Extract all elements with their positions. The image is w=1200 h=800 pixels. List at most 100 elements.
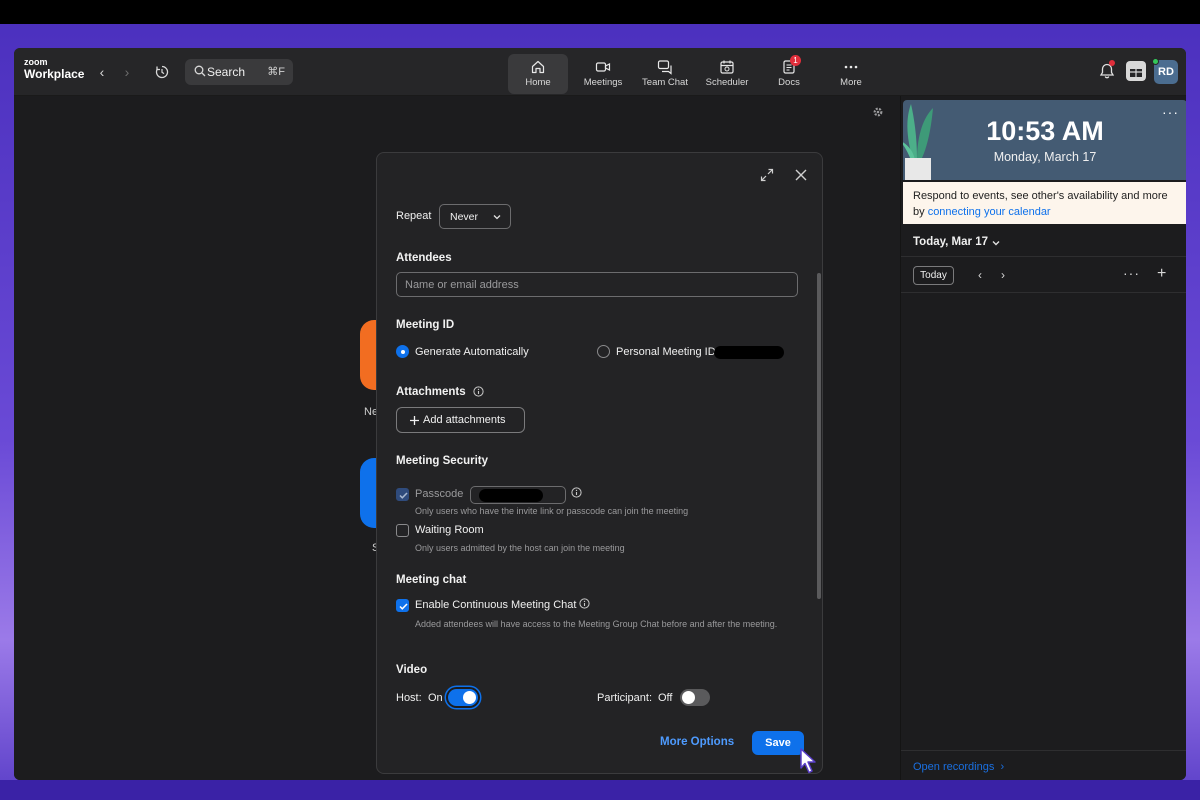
today-header[interactable]: Today, Mar 17	[913, 236, 988, 248]
zoom-workplace-logo: zoom Workplace	[24, 57, 85, 81]
waiting-room-checkbox[interactable]	[396, 524, 409, 537]
next-day-button[interactable]: ›	[996, 266, 1010, 284]
passcode-hint: Only users who have the invite link or p…	[415, 506, 689, 516]
toggle-knob	[463, 691, 476, 704]
calendar-more-icon[interactable]: ···	[1123, 265, 1140, 281]
continuous-chat-checkbox[interactable]	[396, 599, 409, 612]
redacted-personal-id	[714, 346, 784, 359]
repeat-select[interactable]: Never	[439, 204, 511, 229]
tab-team-chat-label: Team Chat	[642, 77, 688, 88]
personal-meeting-id-label: Personal Meeting ID	[616, 346, 716, 358]
search-label: Search	[207, 65, 246, 79]
meeting-id-title: Meeting ID	[396, 319, 455, 331]
open-recordings-link[interactable]: Open recordings ›	[913, 761, 1004, 773]
tab-more[interactable]: More	[820, 54, 882, 94]
home-icon	[531, 60, 545, 74]
forward-button[interactable]: ›	[117, 62, 137, 82]
calendar-connect-banner: Respond to events, see other's availabil…	[903, 182, 1186, 224]
personal-meeting-id-radio[interactable]	[597, 345, 610, 358]
user-avatar[interactable]: RD	[1152, 58, 1178, 84]
schedule-meeting-dialog: Repeat Never Attendees Name or email add…	[376, 152, 823, 774]
repeat-label: Repeat	[396, 210, 432, 222]
logo-big-text: Workplace	[24, 67, 85, 81]
tab-scheduler[interactable]: Scheduler	[696, 54, 758, 94]
waiting-room-hint: Only users admitted by the host can join…	[415, 543, 625, 553]
gift-glyph	[1130, 69, 1142, 77]
tab-meetings[interactable]: Meetings	[572, 54, 634, 94]
online-status-dot	[1152, 58, 1159, 65]
tab-home[interactable]: Home	[508, 54, 568, 94]
checkmark-icon	[399, 492, 408, 499]
meeting-chat-title: Meeting chat	[396, 574, 467, 586]
generate-automatically-label: Generate Automatically	[415, 346, 529, 358]
back-button[interactable]: ‹	[92, 62, 112, 82]
screen-top-bar	[0, 0, 1200, 24]
tab-meetings-label: Meetings	[583, 77, 623, 88]
generate-automatically-radio[interactable]	[396, 345, 409, 358]
waiting-room-label: Waiting Room	[415, 524, 484, 536]
panel-footer: Open recordings ›	[901, 750, 1186, 780]
chevron-down-icon[interactable]	[991, 238, 1001, 248]
zoom-window: zoom Workplace ‹ › Search ⌘F Home Meetin…	[14, 48, 1186, 780]
home-main-area: Ne S Repeat Never Attendees Name or emai…	[14, 96, 900, 780]
continuous-chat-hint: Added attendees will have access to the …	[415, 619, 778, 629]
info-icon[interactable]	[473, 386, 484, 397]
logo-small-text: zoom	[24, 57, 48, 67]
continuous-chat-label: Enable Continuous Meeting Chat	[415, 599, 577, 611]
history-icon	[155, 65, 169, 79]
video-icon	[595, 62, 611, 72]
redacted-passcode	[479, 489, 543, 502]
tab-docs-label: Docs	[778, 77, 800, 88]
video-title: Video	[396, 664, 428, 676]
clock-card: 10:53 AM Monday, March 17 ···	[903, 100, 1186, 180]
more-options-link[interactable]: More Options	[660, 736, 734, 748]
main-tabs: Home Meetings Team Chat Scheduler 1 Docs	[508, 54, 882, 96]
tab-team-chat[interactable]: Team Chat	[634, 54, 696, 94]
gift-icon[interactable]	[1126, 61, 1146, 81]
right-panel: 10:53 AM Monday, March 17 ··· Respond to…	[900, 96, 1186, 780]
toggle-knob	[682, 691, 695, 704]
attendees-title: Attendees	[396, 252, 452, 264]
passcode-info-icon[interactable]	[571, 487, 582, 498]
gear-icon[interactable]	[872, 106, 884, 118]
host-label: Host:	[396, 692, 422, 704]
checkmark-icon	[399, 603, 408, 610]
passcode-input[interactable]	[470, 486, 566, 504]
plus-icon	[410, 416, 419, 425]
add-event-icon[interactable]: +	[1157, 265, 1166, 283]
tab-more-label: More	[840, 77, 862, 88]
host-value: On	[428, 692, 443, 704]
open-recordings-label: Open recordings	[913, 761, 995, 773]
search-shortcut: ⌘F	[267, 66, 285, 78]
calendar-icon	[720, 60, 734, 74]
mouse-pointer-icon	[800, 748, 816, 774]
passcode-checkbox[interactable]	[396, 488, 409, 501]
connect-calendar-link[interactable]: connecting your calendar	[928, 206, 1051, 218]
docs-badge: 1	[790, 55, 801, 66]
clock-more-icon[interactable]: ···	[1162, 104, 1179, 120]
repeat-value: Never	[450, 211, 479, 223]
title-bar: zoom Workplace ‹ › Search ⌘F Home Meetin…	[14, 48, 1186, 96]
tab-scheduler-label: Scheduler	[705, 77, 749, 88]
today-button[interactable]: Today	[913, 266, 954, 285]
attachments-title: Attachments	[396, 386, 466, 398]
host-video-toggle[interactable]	[448, 689, 478, 706]
attendees-input[interactable]: Name or email address	[396, 272, 798, 297]
participant-video-toggle[interactable]	[680, 689, 710, 706]
clock-date: Monday, March 17	[993, 150, 1097, 164]
avatar-initials: RD	[1158, 66, 1174, 78]
tab-docs[interactable]: 1 Docs	[758, 54, 820, 94]
history-button[interactable]	[152, 62, 172, 82]
prev-day-button[interactable]: ‹	[973, 266, 987, 284]
tab-home-label: Home	[525, 77, 551, 88]
close-icon[interactable]	[793, 167, 809, 183]
clock-time: 10:53 AM	[986, 116, 1104, 146]
expand-icon[interactable]	[759, 167, 775, 183]
participant-label: Participant:	[597, 692, 653, 704]
participant-value: Off	[658, 692, 673, 704]
add-attachments-button[interactable]: Add attachments	[396, 407, 525, 433]
chat-icon	[657, 60, 672, 75]
dialog-scrollbar[interactable]	[817, 273, 821, 599]
search-bar[interactable]: Search ⌘F	[185, 59, 293, 85]
chat-info-icon[interactable]	[579, 598, 590, 609]
